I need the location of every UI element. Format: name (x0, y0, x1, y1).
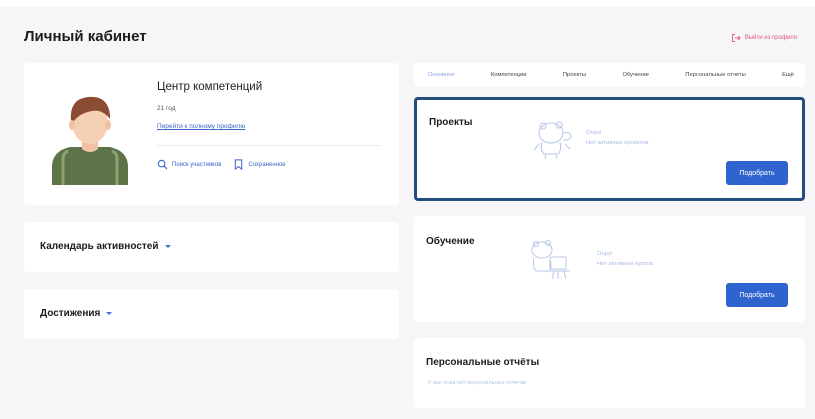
logout-icon (731, 34, 741, 42)
profile-card: Центр компетенций 21 год Перейти к полно… (24, 63, 399, 205)
reports-card: Персональные отчёты У вас пока нет персо… (414, 338, 805, 408)
saved-button[interactable]: Сохраненное (233, 159, 286, 170)
achievements-header[interactable]: Достижения (40, 308, 113, 319)
education-pick-button[interactable]: Подобрать (726, 283, 788, 307)
projects-empty-text: Нет активных проектов (586, 140, 649, 146)
education-empty-text: Нет активных курсов (597, 261, 654, 267)
profile-age: 21 год (157, 105, 176, 112)
projects-empty-state: Oops! Нет активных проектов (586, 128, 648, 148)
tab-personal-reports[interactable]: Персональные отчеты (685, 72, 745, 78)
tabs-bar: Основное Компетенции Проекты Обучение Пе… (414, 63, 805, 87)
logout-link[interactable]: Выйти из профиля (731, 33, 797, 43)
projects-empty-title: Oops! (586, 130, 602, 136)
projects-title: Проекты (429, 117, 473, 128)
projects-card: Проекты Oops! Нет активных проектов Подо… (414, 97, 805, 201)
chevron-down-icon (106, 312, 113, 315)
reports-empty-text: У вас пока нет персональных отчетов (428, 380, 527, 386)
logout-label: Выйти из профиля (744, 35, 797, 41)
search-participants-label: Поиск участников (172, 161, 222, 168)
empty-projects-illustration (533, 121, 572, 160)
calendar-header[interactable]: Календарь активностей (40, 241, 171, 252)
education-card: Обучение Oops! Нет активных курсов Подоб… (414, 216, 805, 322)
reports-title: Персональные отчёты (426, 357, 540, 368)
profile-divider (157, 145, 381, 146)
tab-more[interactable]: Ещё (782, 72, 794, 78)
tab-competencies[interactable]: Компетенции (491, 72, 527, 78)
profile-name: Центр компетенций (157, 81, 263, 93)
education-title: Обучение (426, 236, 475, 247)
calendar-title: Календарь активностей (40, 241, 159, 252)
avatar (52, 96, 128, 185)
bookmark-icon (235, 159, 243, 170)
saved-label: Сохраненное (248, 161, 286, 168)
top-strip (0, 0, 815, 7)
profile-actions: Поиск участников Сохраненное (157, 159, 286, 170)
empty-education-illustration (531, 240, 570, 280)
tab-main[interactable]: Основное (428, 72, 455, 78)
full-profile-link[interactable]: Перейти к полному профилю (157, 123, 245, 130)
tab-projects[interactable]: Проекты (563, 72, 586, 78)
education-empty-state: Oops! Нет активных курсов (597, 249, 653, 269)
page-title: Личный кабинет (24, 28, 147, 45)
achievements-title: Достижения (40, 308, 101, 319)
education-empty-title: Oops! (597, 251, 613, 257)
calendar-accordion[interactable]: Календарь активностей (24, 222, 399, 272)
chevron-down-icon (164, 245, 171, 248)
tab-education[interactable]: Обучение (622, 72, 649, 78)
search-participants-button[interactable]: Поиск участников (157, 159, 221, 170)
projects-pick-button[interactable]: Подобрать (726, 161, 788, 185)
search-icon (157, 159, 168, 170)
achievements-accordion[interactable]: Достижения (24, 289, 399, 339)
